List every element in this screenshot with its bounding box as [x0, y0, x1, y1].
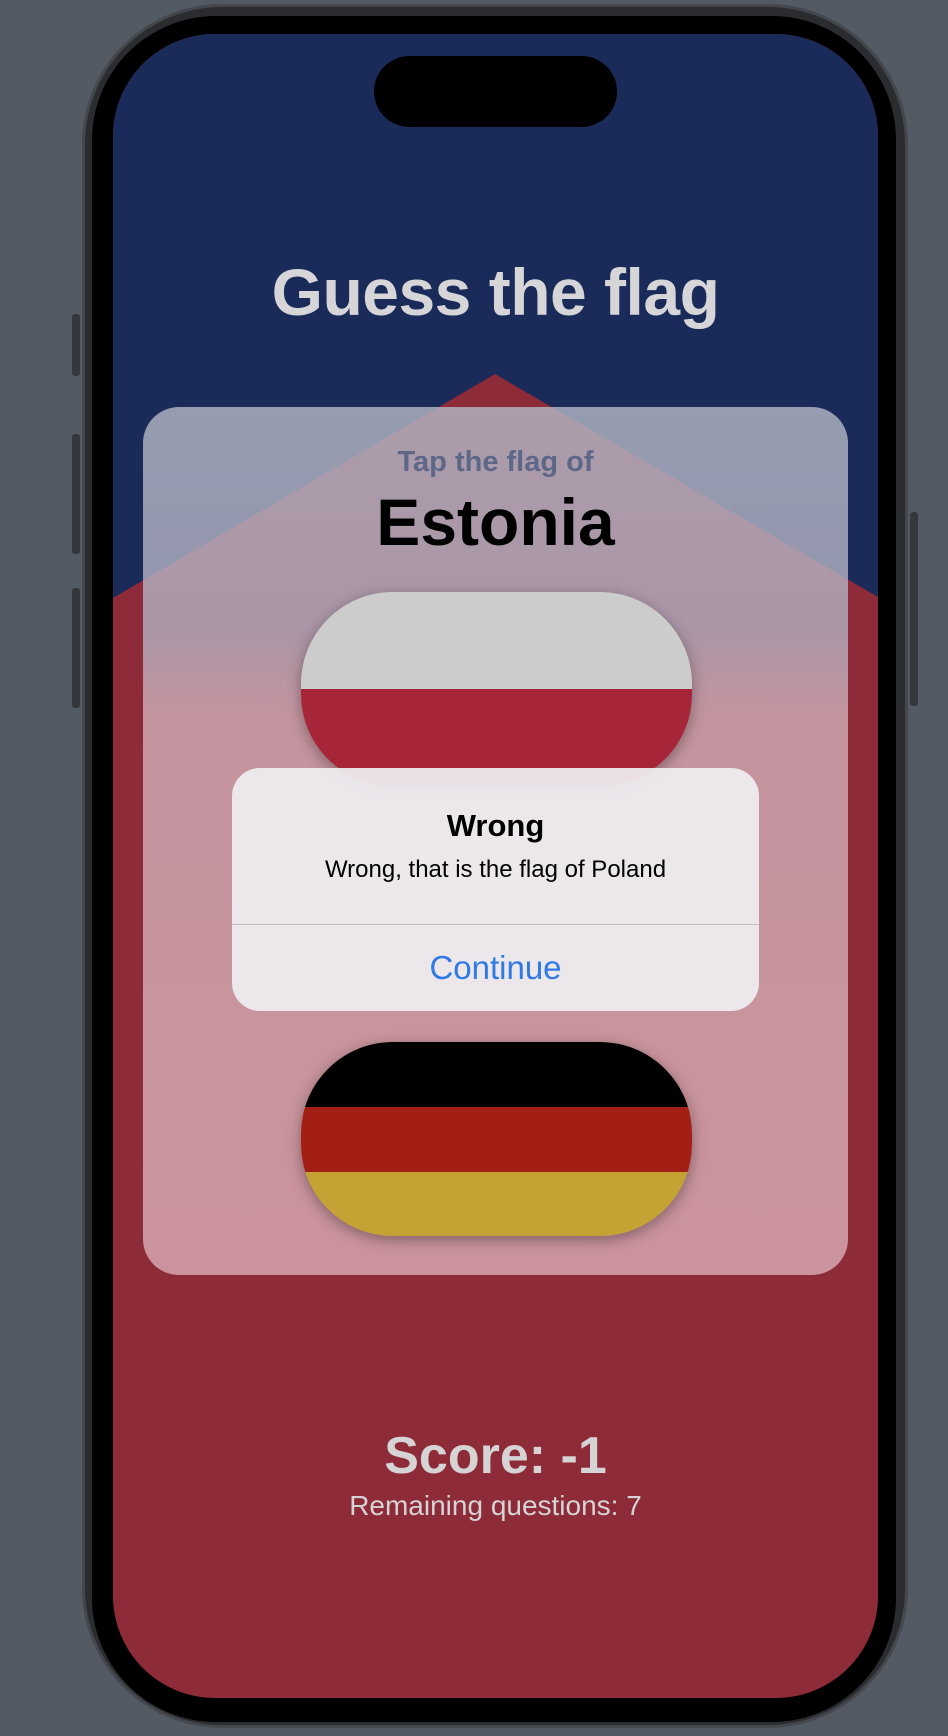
- flag-stripe-gold: [301, 1172, 692, 1236]
- dynamic-island: [374, 56, 617, 127]
- question-country: Estonia: [376, 485, 615, 559]
- flag-stripe-black: [301, 1042, 692, 1107]
- alert-dialog: Wrong Wrong, that is the flag of Poland …: [232, 768, 759, 1011]
- continue-button[interactable]: Continue: [232, 925, 759, 1011]
- volume-down-button: [72, 588, 80, 708]
- alert-message: Wrong, that is the flag of Poland: [324, 856, 667, 883]
- page-title: Guess the flag: [271, 255, 720, 329]
- flag-stripe-white: [301, 592, 692, 689]
- action-button: [72, 314, 80, 376]
- flag-button-poland[interactable]: [301, 592, 692, 786]
- app-screen: Guess the flag Tap the flag of Estonia W…: [113, 34, 878, 1698]
- remaining-questions: Remaining questions: 7: [349, 1490, 642, 1521]
- flag-button-germany[interactable]: [301, 1042, 692, 1236]
- power-button: [910, 512, 918, 706]
- question-prompt: Tap the flag of: [397, 446, 594, 478]
- flag-stripe-red: [301, 1107, 692, 1172]
- score-label: Score: -1: [384, 1427, 607, 1485]
- volume-up-button: [72, 434, 80, 554]
- alert-title: Wrong: [446, 808, 545, 843]
